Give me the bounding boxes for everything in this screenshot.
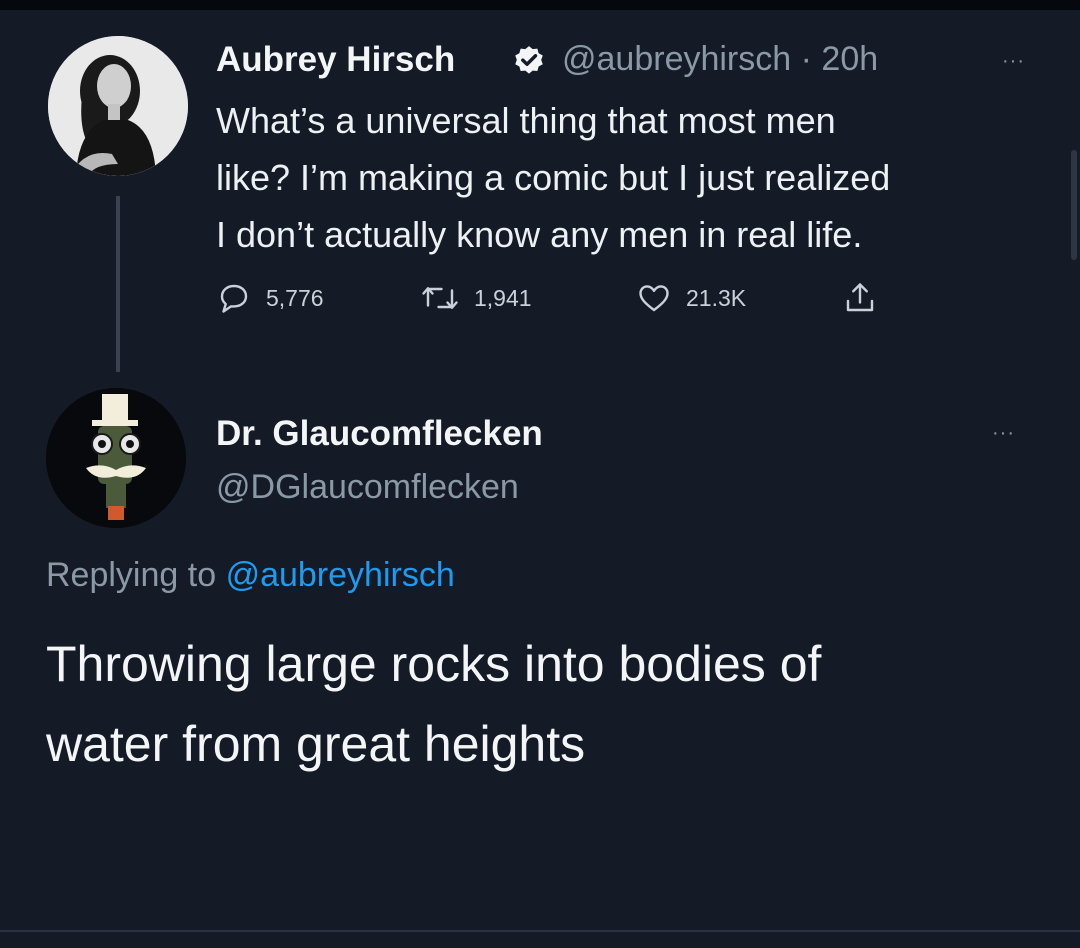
share-action[interactable] [842,280,892,316]
avatar-aubrey-hirsch[interactable] [48,36,188,176]
scrollbar[interactable] [1071,150,1077,260]
reply-text: Throwing large rocks into bodies of wate… [46,624,1046,784]
avatar-dr-glaucomflecken[interactable] [46,388,186,528]
replying-prefix: Replying to [46,556,217,594]
like-action[interactable]: 21.3K [636,280,746,316]
reply-count: 5,776 [266,284,324,311]
reply-bubble-icon [220,284,248,313]
handle-text: @aubreyhirsch [562,40,792,78]
retweet-action[interactable]: 1,941 [420,280,532,316]
replying-to-line: Replying to @aubreyhirsch [46,556,455,595]
reply-author-name[interactable]: Dr. Glaucomflecken [216,414,543,454]
avatar-photo-icon [48,36,188,176]
like-count: 21.3K [686,284,747,311]
replying-mention-link[interactable]: @aubreyhirsch [226,556,455,594]
reply-text-line: Throwing large rocks into bodies of [46,636,822,692]
tweet-time: 20h [821,40,879,78]
verified-badge-icon [515,46,543,74]
separator-dot: · [800,40,812,78]
avatar-cartoon-icon [46,388,186,528]
more-options-icon[interactable]: ··· [1002,50,1025,73]
tweet-text-line: like? I’m making a comic but I just real… [216,157,891,198]
top-edge [0,0,1080,10]
retweet-icon [422,287,458,309]
heart-icon [639,285,669,312]
reply-author-handle[interactable]: @DGlaucomflecken [216,468,519,507]
more-options-icon[interactable]: ··· [992,422,1015,445]
tweet-text-line: What’s a universal thing that most men [216,100,836,141]
tweet-text: What’s a universal thing that most men l… [216,92,1056,263]
share-icon [846,283,874,312]
author-handle[interactable]: @aubreyhirsch · 20h [562,40,878,79]
thread-connector-line [116,196,120,372]
reply-action[interactable]: 5,776 [216,280,324,316]
tweet-text-line: I don’t actually know any men in real li… [216,214,863,255]
reply-text-line: water from great heights [46,716,586,772]
retweet-count: 1,941 [474,284,532,311]
bottom-divider [0,930,1080,932]
author-name[interactable]: Aubrey Hirsch [216,40,455,80]
